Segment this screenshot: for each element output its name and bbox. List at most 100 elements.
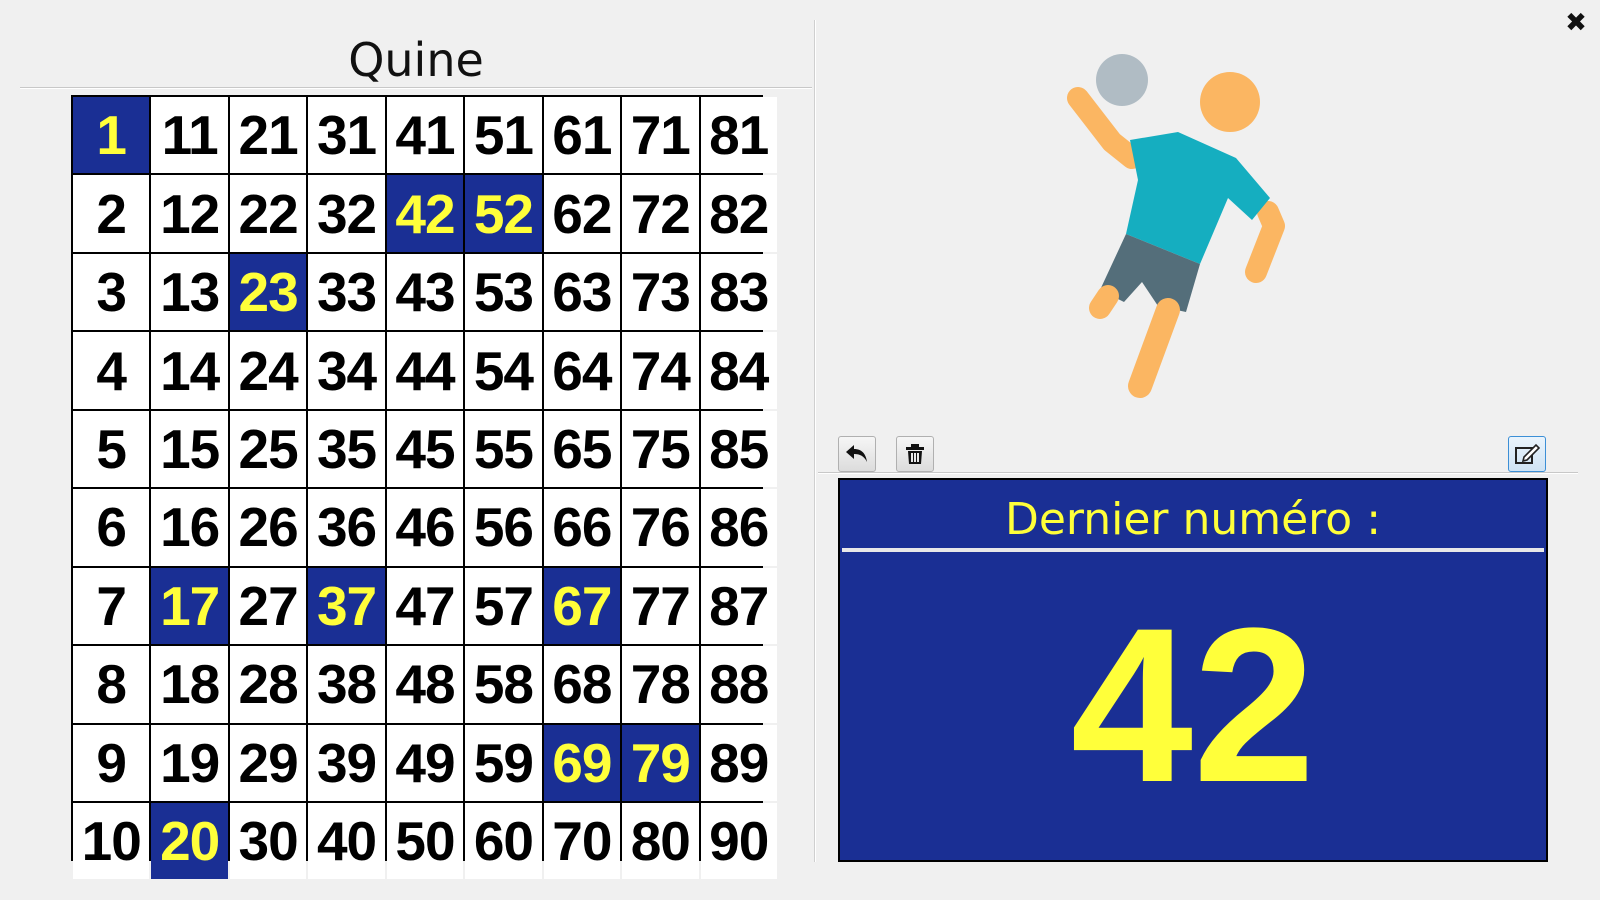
number-cell[interactable]: 5 (73, 410, 150, 488)
trash-icon (906, 444, 924, 464)
toolbar-divider (818, 472, 1578, 474)
number-cell[interactable]: 62 (543, 175, 621, 252)
number-cell[interactable]: 83 (700, 253, 777, 331)
number-cell[interactable]: 57 (465, 567, 542, 645)
number-cell[interactable]: 7 (73, 567, 150, 645)
number-cell[interactable]: 8 (73, 646, 150, 723)
undo-button[interactable] (838, 436, 876, 472)
number-cell[interactable]: 2 (73, 175, 150, 252)
number-cell[interactable]: 80 (622, 802, 699, 880)
number-cell-drawn[interactable]: 1 (73, 97, 150, 174)
number-cell[interactable]: 54 (465, 332, 542, 409)
number-cell[interactable]: 21 (229, 97, 307, 174)
number-cell[interactable]: 25 (229, 410, 307, 488)
number-cell[interactable]: 46 (386, 489, 464, 566)
number-cell[interactable]: 86 (700, 489, 777, 566)
number-cell[interactable]: 31 (308, 97, 385, 174)
number-cell[interactable]: 85 (700, 410, 777, 488)
number-cell[interactable]: 18 (151, 646, 228, 723)
number-cell[interactable]: 74 (622, 332, 699, 409)
number-cell-drawn[interactable]: 79 (622, 724, 699, 801)
number-cell[interactable]: 27 (229, 567, 307, 645)
number-cell[interactable]: 33 (308, 253, 385, 331)
number-cell[interactable]: 44 (386, 332, 464, 409)
number-cell[interactable]: 38 (308, 646, 385, 723)
number-cell[interactable]: 16 (151, 489, 228, 566)
number-cell[interactable]: 26 (229, 489, 307, 566)
number-cell[interactable]: 35 (308, 410, 385, 488)
number-cell[interactable]: 73 (622, 253, 699, 331)
delete-button[interactable] (896, 436, 934, 472)
number-cell[interactable]: 28 (229, 646, 307, 723)
number-cell[interactable]: 81 (700, 97, 777, 174)
last-number-value: 42 (1070, 582, 1316, 828)
number-cell[interactable]: 88 (700, 646, 777, 723)
number-cell[interactable]: 12 (151, 175, 228, 252)
number-cell[interactable]: 64 (543, 332, 621, 409)
number-cell[interactable]: 41 (386, 97, 464, 174)
number-cell[interactable]: 75 (622, 410, 699, 488)
number-cell[interactable]: 10 (73, 802, 150, 880)
number-cell-drawn[interactable]: 52 (465, 175, 542, 252)
number-cell-drawn[interactable]: 37 (308, 567, 385, 645)
number-cell[interactable]: 70 (543, 802, 621, 880)
number-cell[interactable]: 36 (308, 489, 385, 566)
number-cell[interactable]: 6 (73, 489, 150, 566)
number-cell[interactable]: 24 (229, 332, 307, 409)
number-cell[interactable]: 89 (700, 724, 777, 801)
number-cell[interactable]: 61 (543, 97, 621, 174)
number-cell[interactable]: 39 (308, 724, 385, 801)
number-cell[interactable]: 58 (465, 646, 542, 723)
number-cell[interactable]: 19 (151, 724, 228, 801)
number-cell[interactable]: 3 (73, 253, 150, 331)
number-cell[interactable]: 65 (543, 410, 621, 488)
last-number-divider (842, 548, 1544, 552)
number-cell[interactable]: 82 (700, 175, 777, 252)
number-cell[interactable]: 48 (386, 646, 464, 723)
number-cell[interactable]: 29 (229, 724, 307, 801)
close-icon: ✖ (1565, 7, 1587, 37)
number-cell-drawn[interactable]: 69 (543, 724, 621, 801)
number-cell[interactable]: 53 (465, 253, 542, 331)
number-cell[interactable]: 30 (229, 802, 307, 880)
number-cell[interactable]: 45 (386, 410, 464, 488)
number-cell[interactable]: 22 (229, 175, 307, 252)
number-cell[interactable]: 14 (151, 332, 228, 409)
title-divider (20, 87, 812, 89)
number-cell-drawn[interactable]: 67 (543, 567, 621, 645)
number-cell[interactable]: 43 (386, 253, 464, 331)
number-cell[interactable]: 78 (622, 646, 699, 723)
number-cell[interactable]: 76 (622, 489, 699, 566)
number-cell[interactable]: 60 (465, 802, 542, 880)
number-cell[interactable]: 71 (622, 97, 699, 174)
number-cell[interactable]: 87 (700, 567, 777, 645)
number-cell-drawn[interactable]: 17 (151, 567, 228, 645)
number-cell-drawn[interactable]: 20 (151, 802, 228, 880)
number-cell[interactable]: 51 (465, 97, 542, 174)
number-cell[interactable]: 59 (465, 724, 542, 801)
number-cell[interactable]: 32 (308, 175, 385, 252)
number-cell-drawn[interactable]: 23 (229, 253, 307, 331)
number-cell-drawn[interactable]: 42 (386, 175, 464, 252)
number-cell[interactable]: 84 (700, 332, 777, 409)
number-cell[interactable]: 77 (622, 567, 699, 645)
number-cell[interactable]: 50 (386, 802, 464, 880)
number-cell[interactable]: 11 (151, 97, 228, 174)
number-cell[interactable]: 47 (386, 567, 464, 645)
number-cell[interactable]: 15 (151, 410, 228, 488)
number-cell[interactable]: 9 (73, 724, 150, 801)
number-cell[interactable]: 13 (151, 253, 228, 331)
number-cell[interactable]: 40 (308, 802, 385, 880)
close-button[interactable]: ✖ (1562, 8, 1590, 36)
number-cell[interactable]: 4 (73, 332, 150, 409)
number-cell[interactable]: 90 (700, 802, 777, 880)
number-cell[interactable]: 66 (543, 489, 621, 566)
edit-button[interactable] (1508, 436, 1546, 472)
number-cell[interactable]: 72 (622, 175, 699, 252)
number-cell[interactable]: 63 (543, 253, 621, 331)
number-cell[interactable]: 49 (386, 724, 464, 801)
number-cell[interactable]: 56 (465, 489, 542, 566)
number-cell[interactable]: 55 (465, 410, 542, 488)
number-cell[interactable]: 34 (308, 332, 385, 409)
number-cell[interactable]: 68 (543, 646, 621, 723)
